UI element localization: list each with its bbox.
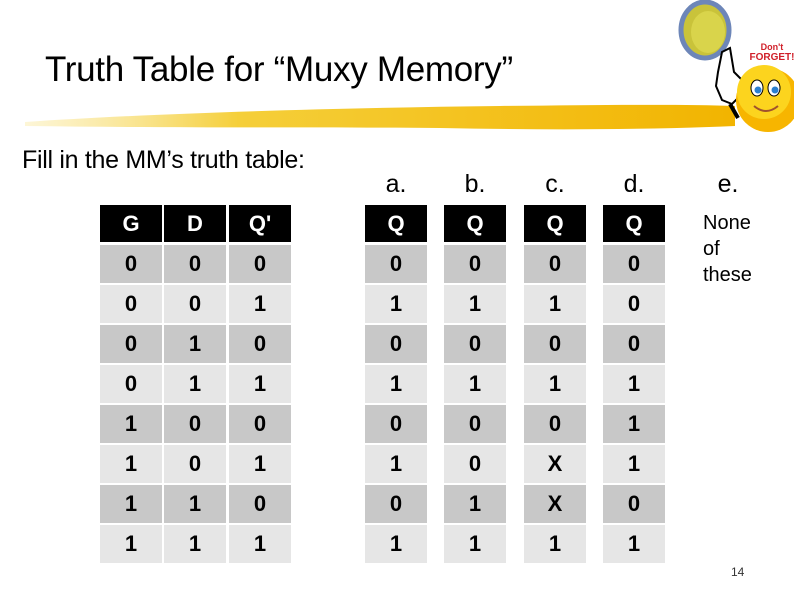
table-cell: 1 [444,365,506,403]
table-cell: 1 [603,525,665,563]
table-cell: 0 [365,325,427,363]
table-cell: 1 [100,485,162,523]
input-column-d: D00110011 [164,205,226,565]
table-cell: X [524,485,586,523]
table-cell: 0 [229,405,291,443]
table-cell: 0 [229,485,291,523]
table-cell: 0 [603,485,665,523]
table-cell: 1 [524,365,586,403]
table-cell: 0 [229,325,291,363]
table-cell: 0 [524,325,586,363]
table-cell: 1 [365,365,427,403]
table-cell: 1 [524,525,586,563]
table-cell: 0 [164,285,226,323]
table-cell: 0 [444,445,506,483]
option-column-a: Q01010101 [365,205,427,565]
table-cell: 1 [444,485,506,523]
table-cell: 1 [365,525,427,563]
highlight-swoosh [25,104,735,130]
option-e-text: None of these [703,210,752,288]
table-cell: 1 [365,445,427,483]
table-cell: 1 [100,525,162,563]
table-cell: 0 [444,245,506,283]
table-cell: 0 [603,325,665,363]
table-cell: 1 [164,485,226,523]
table-cell: 1 [100,405,162,443]
table-cell: 0 [100,325,162,363]
table-cell: 0 [365,485,427,523]
table-cell: 1 [100,445,162,483]
table-cell: 1 [164,365,226,403]
option-label-c: c. [545,170,565,198]
table-cell: 0 [365,405,427,443]
column-header: D [164,205,226,242]
column-header: Q [444,205,506,242]
option-e-line: of [703,238,720,260]
column-header: Q [524,205,586,242]
table-cell: 0 [524,245,586,283]
table-cell: 1 [229,285,291,323]
input-column-qprime: Q' 0 1 0 1 0 1 0 1 [229,205,291,565]
option-e-line: None [703,212,751,234]
table-cell: 1 [524,285,586,323]
table-cell: 0 [444,405,506,443]
option-column-b: Q01010011 [444,205,506,565]
table-cell: 1 [229,365,291,403]
table-cell: 1 [444,285,506,323]
option-e-line: these [703,264,752,286]
table-cell: 0 [444,325,506,363]
table-cell: 1 [164,325,226,363]
table-cell: 1 [365,285,427,323]
input-column-g: G00001111 [100,205,162,565]
dont-forget-clipart: Don't FORGET! [660,0,794,140]
table-cell: 0 [100,365,162,403]
table-cell: 1 [229,445,291,483]
dont-text: Don't [761,42,784,52]
table-cell: 0 [365,245,427,283]
option-label-b: b. [464,170,486,198]
table-cell: 0 [524,405,586,443]
column-header: G [100,205,162,242]
table-cell: 1 [603,445,665,483]
option-label-d: d. [623,170,645,198]
instruction-text: Fill in the MM’s truth table: [22,146,305,174]
table-cell: 0 [603,285,665,323]
table-cell: 1 [603,365,665,403]
page-number: 14 [731,565,745,579]
option-column-d: Q00011101 [603,205,665,565]
table-cell: 0 [164,405,226,443]
table-cell: 0 [100,245,162,283]
forget-text: FORGET! [750,52,794,63]
table-cell: 1 [164,525,226,563]
table-cell: X [524,445,586,483]
option-column-c: Q01010XX1 [524,205,586,565]
table-cell: 0 [603,245,665,283]
option-label-e: e. [717,170,739,198]
table-cell: 0 [164,245,226,283]
table-cell: 0 [164,445,226,483]
table-cell: 0 [100,285,162,323]
table-cell: 0 [229,245,291,283]
table-cell: 1 [603,405,665,443]
table-cell: 1 [229,525,291,563]
table-cell: 1 [444,525,506,563]
column-header: Q [365,205,427,242]
column-header: Q' [229,205,291,242]
option-label-a: a. [385,170,407,198]
slide-title: Truth Table for “Muxy Memory” [45,50,513,89]
column-header: Q [603,205,665,242]
